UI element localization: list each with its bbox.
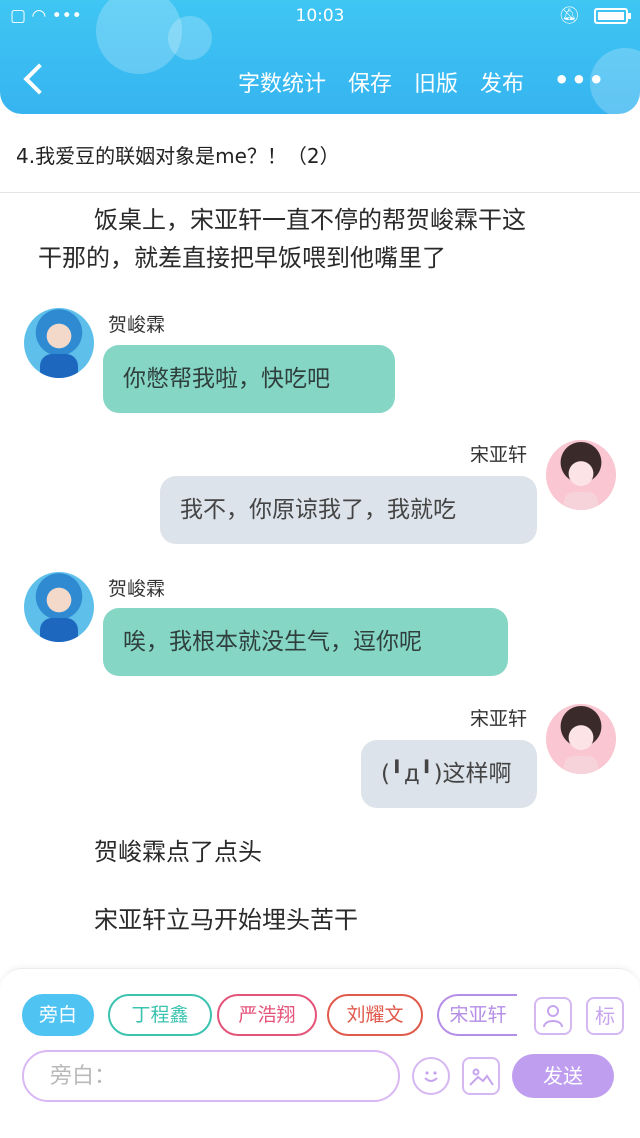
speaker-name: 宋亚轩 <box>470 708 528 730</box>
avatar-he-junlin[interactable] <box>24 572 94 642</box>
publish-button[interactable]: 发布 <box>480 66 524 98</box>
speaker-name: 贺峻霖 <box>108 314 166 336</box>
user-icon-glyph <box>543 1005 563 1028</box>
tag-button[interactable]: 标 <box>586 997 624 1035</box>
chapter-title[interactable]: 4.我爱豆的联姻对象是me？！（2） <box>16 140 340 169</box>
message-input-container[interactable] <box>22 1050 400 1102</box>
role-chip-liu-yaowen[interactable]: 刘耀文 <box>327 994 423 1036</box>
message-bubble[interactable]: 你憋帮我啦，快吃吧 <box>103 345 395 413</box>
narration-line[interactable]: 干那的，就差直接把早饭喂到他嘴里了 <box>38 238 446 278</box>
speaker-name: 宋亚轩 <box>470 444 528 466</box>
message-input[interactable] <box>24 1052 398 1100</box>
narration-line[interactable]: 饭桌上，宋亚轩一直不停的帮贺峻霖干这 <box>94 200 526 240</box>
divider <box>0 192 640 193</box>
header-actions: 字数统计 保存 旧版 发布 <box>238 66 524 98</box>
status-time: 10:03 <box>295 6 345 26</box>
user-icon[interactable] <box>534 997 572 1035</box>
message-bubble[interactable]: 唉，我根本就没生气，逗你呢 <box>103 608 508 676</box>
message-bubble[interactable]: (╹д╹)这样啊 <box>361 740 537 808</box>
message-bubble[interactable]: 我不，你原谅我了，我就吃 <box>160 476 537 544</box>
send-button[interactable]: 发送 <box>512 1054 614 1098</box>
role-chip-song-yaxuan[interactable]: 宋亚轩 <box>437 994 517 1036</box>
bell-off-icon: 🔕︎ <box>558 6 580 26</box>
back-button[interactable] <box>20 62 50 98</box>
avatar-song-yaxuan[interactable] <box>546 440 616 510</box>
top-bar: ▢ ◠ ••• 10:03 🔕︎ 字数统计 保存 旧版 发布 ••• <box>0 0 640 114</box>
smile-icon-glyph <box>424 1071 438 1082</box>
word-count-button[interactable]: 字数统计 <box>238 66 326 98</box>
image-icon-glyph <box>469 1068 494 1086</box>
status-bar: ▢ ◠ ••• 10:03 🔕︎ <box>0 0 640 34</box>
battery-fill <box>598 12 624 20</box>
image-icon[interactable] <box>462 1057 500 1095</box>
avatar-song-yaxuan[interactable] <box>546 704 616 774</box>
narration-line[interactable]: 贺峻霖点了点头 <box>94 832 262 872</box>
smile-icon[interactable] <box>412 1057 450 1095</box>
narration-line[interactable]: 宋亚轩立马开始埋头苦干 <box>94 900 358 940</box>
save-button[interactable]: 保存 <box>348 66 392 98</box>
role-chip-yan-haoxiang[interactable]: 严浩翔 <box>217 994 317 1036</box>
avatar-he-junlin[interactable] <box>24 308 94 378</box>
more-options-button[interactable]: ••• <box>554 66 606 94</box>
battery-icon <box>594 8 631 24</box>
role-chip-ding-chengxin[interactable]: 丁程鑫 <box>108 994 212 1036</box>
role-chip-narration[interactable]: 旁白 <box>22 994 94 1036</box>
speaker-name: 贺峻霖 <box>108 578 166 600</box>
old-version-button[interactable]: 旧版 <box>414 66 458 98</box>
status-right-icons: 🔕︎ <box>558 6 631 26</box>
